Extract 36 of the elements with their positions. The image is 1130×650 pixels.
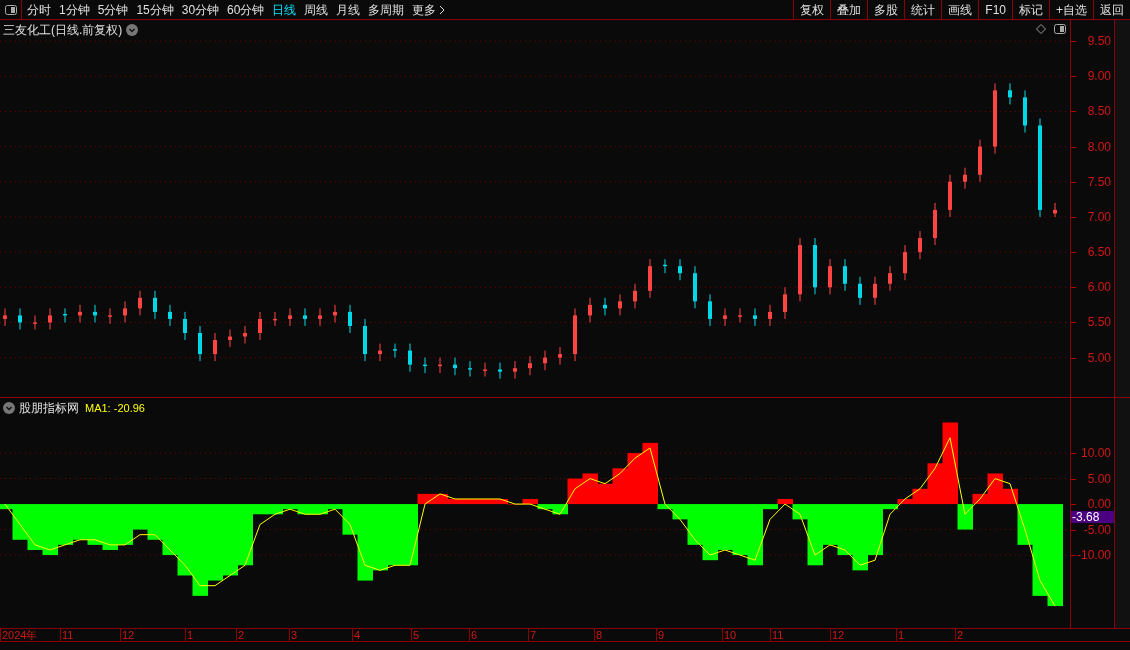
time-axis-label: 6: [471, 629, 478, 641]
axis-label: 8.50: [1087, 104, 1111, 119]
stock-title: 三友化工(日线.前复权): [3, 22, 123, 39]
axis-label: 7.50: [1087, 174, 1111, 189]
time-axis-label: 4: [354, 629, 361, 641]
axis-label: 9.50: [1087, 34, 1111, 49]
axis-label: 6.50: [1087, 245, 1111, 260]
time-axis-label: 8: [596, 629, 603, 641]
axis-label: 5.00: [1087, 472, 1111, 485]
time-axis-label: 1: [187, 629, 194, 641]
axis-label: 5.00: [1087, 350, 1111, 365]
time-axis-label: 10: [724, 629, 737, 641]
axis-label: 9.00: [1087, 69, 1111, 84]
time-axis-label: 5: [413, 629, 420, 641]
axis-label: 6.00: [1087, 280, 1111, 295]
time-axis-label: 7: [530, 629, 537, 641]
time-axis-label: 12: [832, 629, 845, 641]
axis-label: -5.00: [1083, 523, 1111, 536]
axis-label: 10.00: [1080, 447, 1111, 460]
time-axis-label: 12: [122, 629, 135, 641]
axis-label: 8.00: [1087, 139, 1111, 154]
axis-label: 0.00: [1087, 498, 1111, 511]
current-value-badge: -3.68: [1071, 511, 1114, 523]
ma-value: MA1: -20.96: [85, 400, 145, 416]
time-axis-label: 3: [291, 629, 298, 641]
indicator-name: 股朋指标网: [19, 400, 79, 417]
axis-label: 5.50: [1087, 315, 1111, 330]
time-axis-label: 2: [238, 629, 245, 641]
axis-label: -10.00: [1076, 549, 1111, 562]
axis-label: 7.00: [1087, 209, 1111, 224]
time-axis-label: 11: [772, 629, 784, 641]
time-axis-label: 11: [62, 629, 74, 641]
time-axis-label: 1: [898, 629, 905, 641]
time-axis-label: 2: [957, 629, 964, 641]
time-axis-label: 9: [658, 629, 665, 641]
time-axis-label: 2024年: [2, 629, 38, 641]
